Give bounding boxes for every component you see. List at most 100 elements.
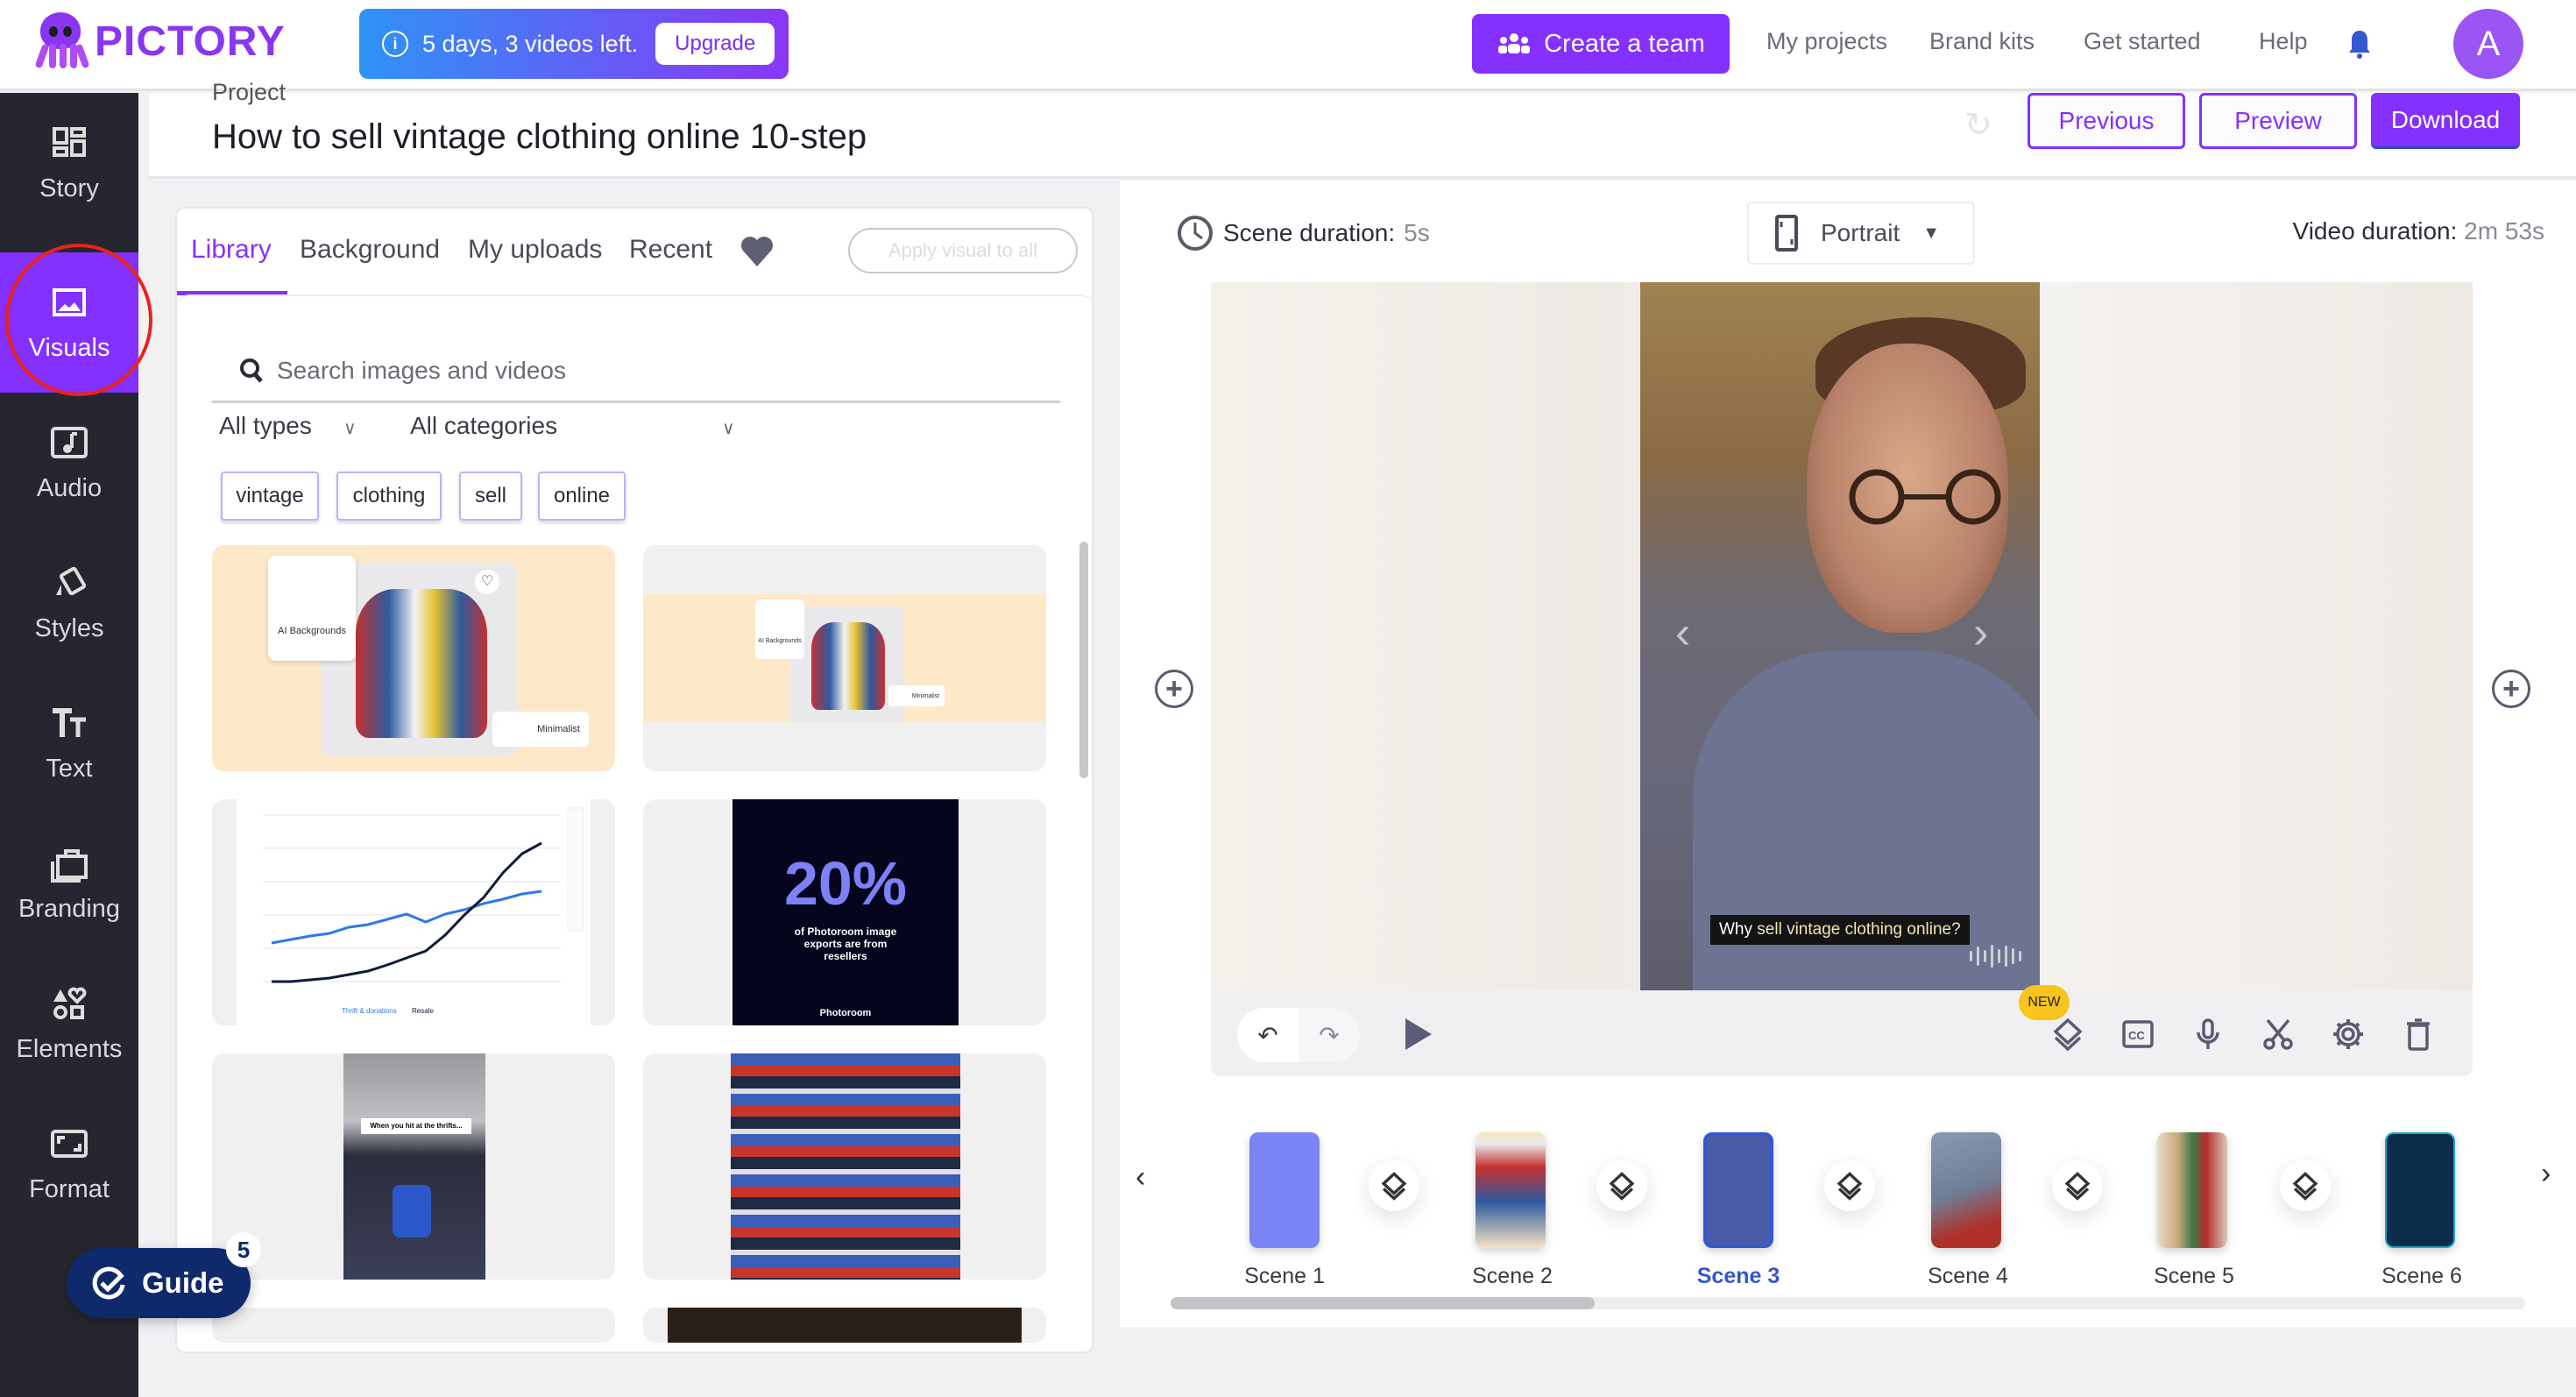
portrait-phone-icon <box>1775 215 1798 252</box>
library-thumbnail[interactable] <box>643 1053 1046 1280</box>
redo-icon[interactable]: ↷ <box>1299 1008 1360 1062</box>
scene-duration[interactable]: Scene duration: 5s <box>1176 214 1430 252</box>
library-thumbnail[interactable]: AI Backgrounds Minimalist ♡ <box>212 545 615 771</box>
orientation-dropdown[interactable]: Portrait ▼ <box>1747 202 1975 265</box>
library-thumbnail[interactable]: Thrift & donations Resale <box>212 799 615 1025</box>
category-filter-dropdown[interactable]: All categories <box>410 412 557 440</box>
previous-frame-arrow-icon[interactable]: ‹ <box>1675 606 1690 659</box>
download-button[interactable]: Download <box>2371 93 2520 149</box>
scene-editor: Scene duration: 5s Portrait ▼ Video dura… <box>1120 181 2576 1327</box>
transition-button[interactable] <box>2280 1160 2331 1211</box>
octopus-logo-icon <box>33 12 90 70</box>
search-input[interactable] <box>277 356 978 385</box>
sidebar-item-format[interactable]: Format <box>0 1094 138 1234</box>
sidebar-item-story[interactable]: Story <box>0 93 138 233</box>
sidebar-item-branding[interactable]: Branding <box>0 813 138 954</box>
tab-background[interactable]: Background <box>300 235 440 265</box>
nav-my-projects[interactable]: My projects <box>1766 28 1887 55</box>
layers-icon <box>1381 1172 1407 1201</box>
captions-icon[interactable]: CC <box>2120 1017 2155 1052</box>
transition-button[interactable] <box>1824 1160 1875 1211</box>
timeline-scroll-right-icon[interactable]: › <box>2541 1157 2551 1191</box>
add-scene-before-button[interactable]: + <box>1155 670 1193 708</box>
subtitle-caption[interactable]: Why sell vintage clothing online? <box>1710 915 1970 945</box>
type-filter-dropdown[interactable]: All types <box>219 412 312 440</box>
scene-thumbnail-1[interactable] <box>1249 1132 1320 1248</box>
keyword-tag[interactable]: sell <box>459 472 522 521</box>
library-thumbnail[interactable]: 20% of Photoroom image exports are from … <box>643 799 1046 1025</box>
scene-thumbnail-4[interactable] <box>1931 1132 2001 1248</box>
create-team-button[interactable]: Create a team <box>1472 14 1730 74</box>
bell-icon[interactable] <box>2346 28 2373 60</box>
create-team-label: Create a team <box>1544 29 1705 58</box>
visuals-library-panel: Library Background My uploads Recent App… <box>175 207 1093 1353</box>
add-scene-after-button[interactable]: + <box>2492 670 2530 708</box>
stat-caption: of Photoroom image exports are from rese… <box>794 925 897 962</box>
chart-legend-thrift: Thrift & donations <box>342 1007 397 1015</box>
layers-icon <box>2064 1172 2091 1201</box>
transition-button[interactable] <box>1596 1160 1647 1211</box>
sidebar-item-label: Visuals <box>28 333 110 362</box>
scissors-icon[interactable] <box>2261 1017 2296 1052</box>
preview-button[interactable]: Preview <box>2199 93 2357 149</box>
guide-button[interactable]: Guide 5 <box>67 1232 261 1318</box>
sidebar-item-styles[interactable]: Styles <box>0 533 138 673</box>
library-scrollbar[interactable] <box>1079 542 1088 778</box>
player-toolbar: ↶ ↷ NEW CC <box>1211 985 2473 1076</box>
keyword-tag[interactable]: vintage <box>221 472 319 521</box>
sidebar-item-label: Format <box>29 1174 110 1203</box>
sidebar-item-label: Text <box>46 754 93 783</box>
scene-thumbnail-3[interactable] <box>1703 1132 1773 1248</box>
scene-thumbnail-5[interactable] <box>2157 1132 2227 1248</box>
orientation-value: Portrait <box>1821 219 1900 246</box>
microphone-icon[interactable] <box>2190 1017 2226 1052</box>
transition-button[interactable] <box>2052 1160 2103 1211</box>
next-frame-arrow-icon[interactable]: › <box>1973 606 1988 659</box>
scene-thumbnail-2[interactable] <box>1476 1132 1546 1248</box>
timeline-scroll-left-icon[interactable]: ‹ <box>1136 1160 1145 1195</box>
sidebar-item-elements[interactable]: Elements <box>0 954 138 1094</box>
tab-recent[interactable]: Recent <box>629 235 712 265</box>
keyword-tag[interactable]: online <box>538 472 626 521</box>
video-duration-value: 2m 53s <box>2464 217 2544 245</box>
library-thumbnail[interactable] <box>212 1308 615 1343</box>
user-avatar[interactable]: A <box>2453 9 2523 79</box>
apply-visual-to-all-button[interactable]: Apply visual to all <box>848 228 1078 273</box>
layers-icon[interactable] <box>2050 1017 2085 1052</box>
transition-button[interactable] <box>1369 1160 1419 1211</box>
chart-legend-resale: Resale <box>412 1007 434 1015</box>
nav-help[interactable]: Help <box>2259 28 2308 55</box>
library-content: All types ∨ All categories ∨ vintage clo… <box>177 294 1093 1351</box>
pictory-logo[interactable]: PICTORY <box>33 12 286 70</box>
scene-thumbnail-6[interactable] <box>2385 1132 2455 1248</box>
scene-label: Scene 4 <box>1928 1264 2008 1288</box>
tab-my-uploads[interactable]: My uploads <box>468 235 602 265</box>
timeline-scrollbar-thumb[interactable] <box>1171 1297 1595 1309</box>
library-thumbnail[interactable]: AI Backgrounds Minimalist <box>643 545 1046 771</box>
undo-icon[interactable]: ↶ <box>1237 1008 1299 1062</box>
brand-name: PICTORY <box>95 18 286 65</box>
project-title[interactable]: How to sell vintage clothing online 10-s… <box>212 117 867 157</box>
settings-icon[interactable] <box>2331 1017 2366 1052</box>
layers-icon <box>1836 1172 1863 1201</box>
nav-get-started[interactable]: Get started <box>2084 28 2201 55</box>
library-thumbnail[interactable] <box>643 1308 1046 1343</box>
search-field[interactable] <box>212 340 1060 403</box>
previous-button[interactable]: Previous <box>2028 93 2185 149</box>
keyword-tag[interactable]: clothing <box>336 472 442 521</box>
favorites-heart-icon[interactable] <box>738 231 776 270</box>
sidebar-item-audio[interactable]: Audio <box>0 393 138 533</box>
nav-brand-kits[interactable]: Brand kits <box>1929 28 2035 55</box>
upgrade-button[interactable]: Upgrade <box>655 23 775 65</box>
sidebar-item-visuals[interactable]: Visuals <box>0 252 138 393</box>
video-preview-canvas[interactable]: Why sell vintage clothing online? ‹ › <box>1211 282 2473 990</box>
trash-icon[interactable] <box>2401 1017 2436 1052</box>
library-thumbnail[interactable]: When you hit at the thrifts... <box>212 1053 615 1280</box>
sidebar-item-text[interactable]: Text <box>0 673 138 813</box>
refresh-icon[interactable]: ↻ <box>1964 105 1999 144</box>
play-icon[interactable] <box>1405 1018 1432 1050</box>
shapes-icon <box>53 987 87 1019</box>
stat-percentage: 20% <box>783 849 908 918</box>
sidebar-item-label: Styles <box>34 613 104 642</box>
tab-library[interactable]: Library <box>191 235 272 265</box>
